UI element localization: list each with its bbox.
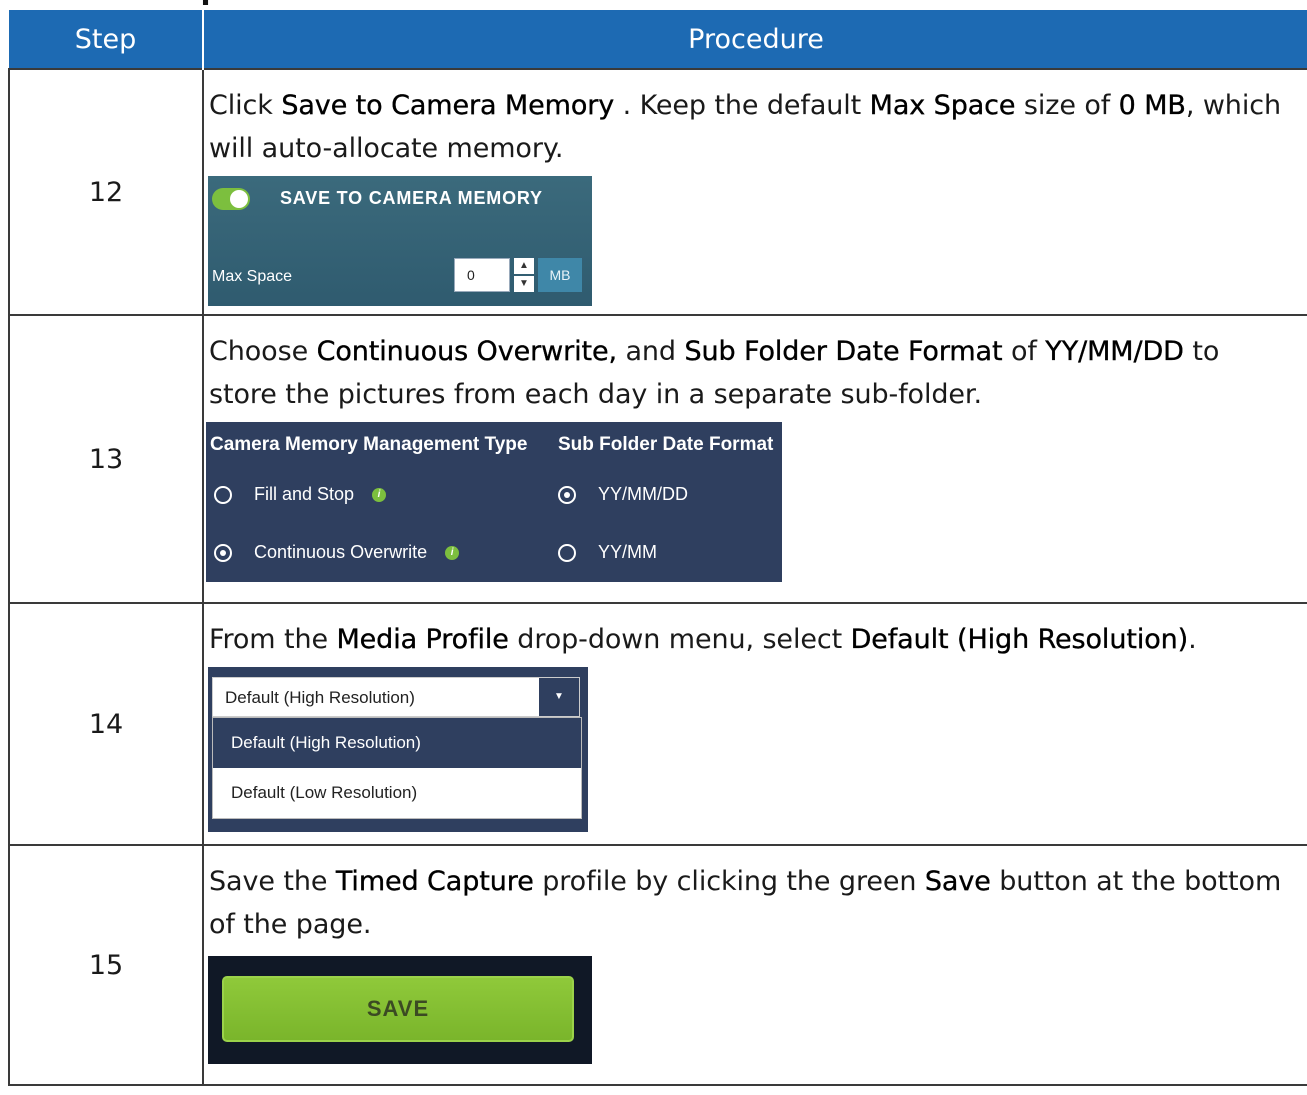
table-row: 14 From the Media Profile drop-down menu… xyxy=(8,602,1307,846)
step-number: 13 xyxy=(8,314,204,604)
radio-selected-icon[interactable] xyxy=(214,543,232,562)
media-profile-dropdown[interactable]: Default (High Resolution) ▼ xyxy=(212,677,580,717)
increment-arrow-icon[interactable]: ▲ xyxy=(514,258,534,274)
save-button-panel: SAVE xyxy=(208,956,592,1064)
text-run: . xyxy=(1188,624,1197,655)
text-run: Click xyxy=(209,90,282,121)
max-space-label: Max Space xyxy=(212,268,293,285)
emphasized-term: Max Space xyxy=(869,90,1016,121)
panel-title: SAVE TO CAMERA MEMORY xyxy=(280,188,543,208)
emphasized-term: Timed Capture xyxy=(335,866,534,897)
radio-yy-mm-dd[interactable]: YY/MM/DD xyxy=(558,484,688,505)
text-run: Choose xyxy=(209,336,317,367)
sub-folder-date-format-heading: Sub Folder Date Format xyxy=(558,434,774,455)
radio-icon[interactable] xyxy=(214,485,232,504)
table-row: 12 Click Save to Camera Memory . Keep th… xyxy=(8,68,1307,316)
table-row: 15 Save the Timed Capture profile by cli… xyxy=(8,844,1307,1086)
procedure-text: From the Media Profile drop-down menu, s… xyxy=(204,604,1307,661)
chevron-down-icon[interactable]: ▼ xyxy=(539,678,579,716)
emphasized-term: Save to Camera Memory xyxy=(281,90,615,121)
dropdown-option-low-resolution[interactable]: Default (Low Resolution) xyxy=(213,768,581,818)
radio-yy-mm[interactable]: YY/MM xyxy=(558,542,657,563)
text-run: size of xyxy=(1015,90,1119,121)
procedure-cell: From the Media Profile drop-down menu, s… xyxy=(202,602,1307,846)
procedure-cell: Click Save to Camera Memory . Keep the d… xyxy=(202,68,1307,316)
procedure-text: Choose Continuous Overwrite, and Sub Fol… xyxy=(204,316,1307,416)
procedure-cell: Choose Continuous Overwrite, and Sub Fol… xyxy=(202,314,1307,604)
procedure-cell: Save the Timed Capture profile by clicki… xyxy=(202,844,1307,1086)
table-header-row: Step Procedure xyxy=(9,10,1307,69)
radio-selected-icon[interactable] xyxy=(558,485,576,504)
emphasized-term: Sub Folder Date Format xyxy=(684,336,1003,367)
step-number: 12 xyxy=(8,68,204,316)
procedure-text: Click Save to Camera Memory . Keep the d… xyxy=(204,70,1307,170)
emphasized-term: Continuous Overwrite, xyxy=(316,336,617,367)
text-run: . Keep the default xyxy=(614,90,870,121)
emphasized-term: Save xyxy=(924,866,991,897)
radio-icon[interactable] xyxy=(558,543,576,562)
step-number: 15 xyxy=(8,844,204,1086)
text-run: and xyxy=(616,336,685,367)
text-run: From the xyxy=(209,624,337,655)
unit-label: MB xyxy=(538,258,582,292)
text-run: Save the xyxy=(209,866,336,897)
header-procedure: Procedure xyxy=(203,10,1307,69)
emphasized-term: Default (High Resolution) xyxy=(850,624,1189,655)
memory-management-panel: Camera Memory Management Type Sub Folder… xyxy=(206,422,782,582)
emphasized-term: YY/MM/DD xyxy=(1045,336,1184,367)
dropdown-menu: Default (High Resolution) Default (Low R… xyxy=(212,717,582,819)
dropdown-option-high-resolution[interactable]: Default (High Resolution) xyxy=(213,718,581,768)
text-run: drop-down menu, select xyxy=(508,624,851,655)
info-icon[interactable]: i xyxy=(372,487,387,502)
max-space-stepper[interactable]: ▲ ▼ xyxy=(514,258,534,292)
procedure-table: Step Procedure 12 Click Save to Camera M… xyxy=(8,10,1307,1086)
text-run: profile by clicking the green xyxy=(533,866,925,897)
save-button[interactable]: SAVE xyxy=(222,976,574,1042)
procedure-text: Save the Timed Capture profile by clicki… xyxy=(204,846,1307,946)
info-icon[interactable]: i xyxy=(445,545,460,560)
memory-management-type-heading: Camera Memory Management Type xyxy=(210,434,528,455)
decrement-arrow-icon[interactable]: ▼ xyxy=(514,276,534,292)
step-number: 14 xyxy=(8,602,204,846)
clipped-heading-remnant: . xyxy=(0,0,1307,10)
emphasized-term: Media Profile xyxy=(336,624,509,655)
header-step: Step xyxy=(9,10,204,69)
emphasized-term: 0 MB xyxy=(1118,90,1186,121)
max-space-input[interactable]: 0 xyxy=(454,258,510,292)
save-to-camera-memory-panel: SAVE TO CAMERA MEMORY Max Space 0 ▲ ▼ MB xyxy=(208,176,592,306)
radio-fill-and-stop[interactable]: Fill and Stop i xyxy=(214,484,387,505)
radio-continuous-overwrite[interactable]: Continuous Overwrite i xyxy=(214,542,460,563)
media-profile-panel: Default (High Resolution) ▼ Default (Hig… xyxy=(208,667,588,832)
table-row: 13 Choose Continuous Overwrite, and Sub … xyxy=(8,314,1307,604)
save-to-camera-memory-toggle[interactable] xyxy=(212,188,250,210)
text-run: of xyxy=(1002,336,1046,367)
